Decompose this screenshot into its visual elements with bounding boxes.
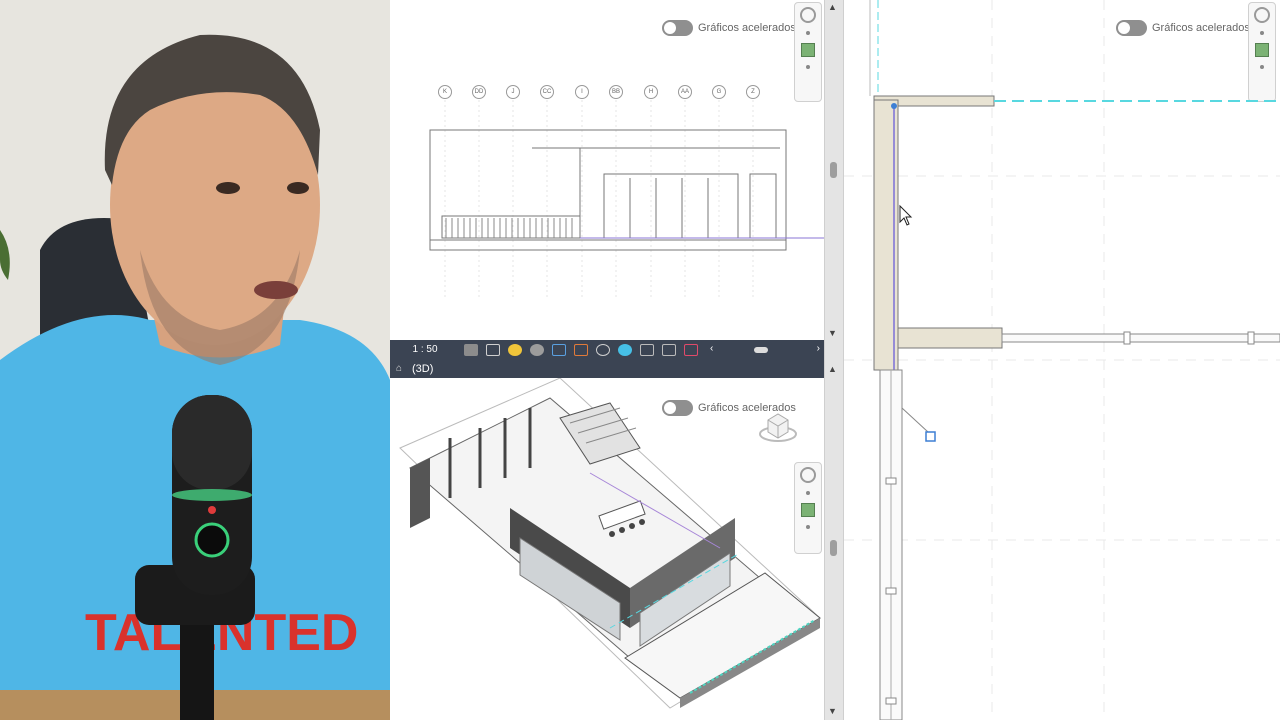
reveal-hidden-icon[interactable] <box>618 343 632 356</box>
view-control-bar: 1 : 50 ‹ › <box>390 340 824 359</box>
view-3d-tab[interactable]: (3D) <box>408 363 433 375</box>
view-divider-scrollbar[interactable]: ▲ ▼ ▲ ▼ <box>824 0 844 720</box>
presenter-image: TALENTED <box>0 0 390 720</box>
scroll-thumb[interactable] <box>830 540 837 556</box>
view-3d-viewport[interactable]: Gráficos acelerados <box>390 378 824 720</box>
detail-level-icon[interactable] <box>464 343 478 356</box>
sun-path-icon[interactable] <box>508 343 522 356</box>
model-3d-drawing[interactable] <box>390 378 824 720</box>
scroll-thumb[interactable] <box>830 162 837 178</box>
constraints-icon[interactable] <box>684 343 698 356</box>
scroll-up-icon[interactable]: ▲ <box>828 364 837 374</box>
scroll-left-icon[interactable]: ‹ <box>710 343 713 354</box>
view-3d-tabbar: ⌂ (3D) ≡ <box>390 359 840 378</box>
crop-region-icon[interactable] <box>574 343 588 356</box>
screen: TALENTED Gráficos acelerados K DD J CC I… <box>0 0 1280 720</box>
plan-drawing[interactable] <box>844 0 1280 720</box>
temporary-hide-icon[interactable] <box>596 343 610 356</box>
scroll-thumb[interactable] <box>754 346 768 353</box>
elevation-viewport[interactable]: Gráficos acelerados K DD J CC I BB H AA … <box>390 0 824 340</box>
home-icon[interactable]: ⌂ <box>390 363 408 374</box>
view-scale[interactable]: 1 : 50 <box>390 344 460 355</box>
scroll-down-icon[interactable]: ▼ <box>828 706 837 716</box>
analytical-model-icon[interactable] <box>662 343 676 356</box>
webcam-overlay: TALENTED <box>0 0 390 720</box>
scroll-up-icon[interactable]: ▲ <box>828 2 837 12</box>
visual-style-icon[interactable] <box>486 343 500 356</box>
plan-viewport[interactable]: Gráficos acelerados <box>844 0 1280 720</box>
crop-view-icon[interactable] <box>552 343 566 356</box>
scroll-right-icon[interactable]: › <box>817 343 820 354</box>
shadows-icon[interactable] <box>530 343 544 356</box>
elevation-drawing[interactable] <box>390 0 824 340</box>
worksharing-icon[interactable] <box>640 343 654 356</box>
scroll-down-icon[interactable]: ▼ <box>828 328 837 338</box>
horizontal-scrollbar[interactable]: ‹ › <box>710 343 820 355</box>
